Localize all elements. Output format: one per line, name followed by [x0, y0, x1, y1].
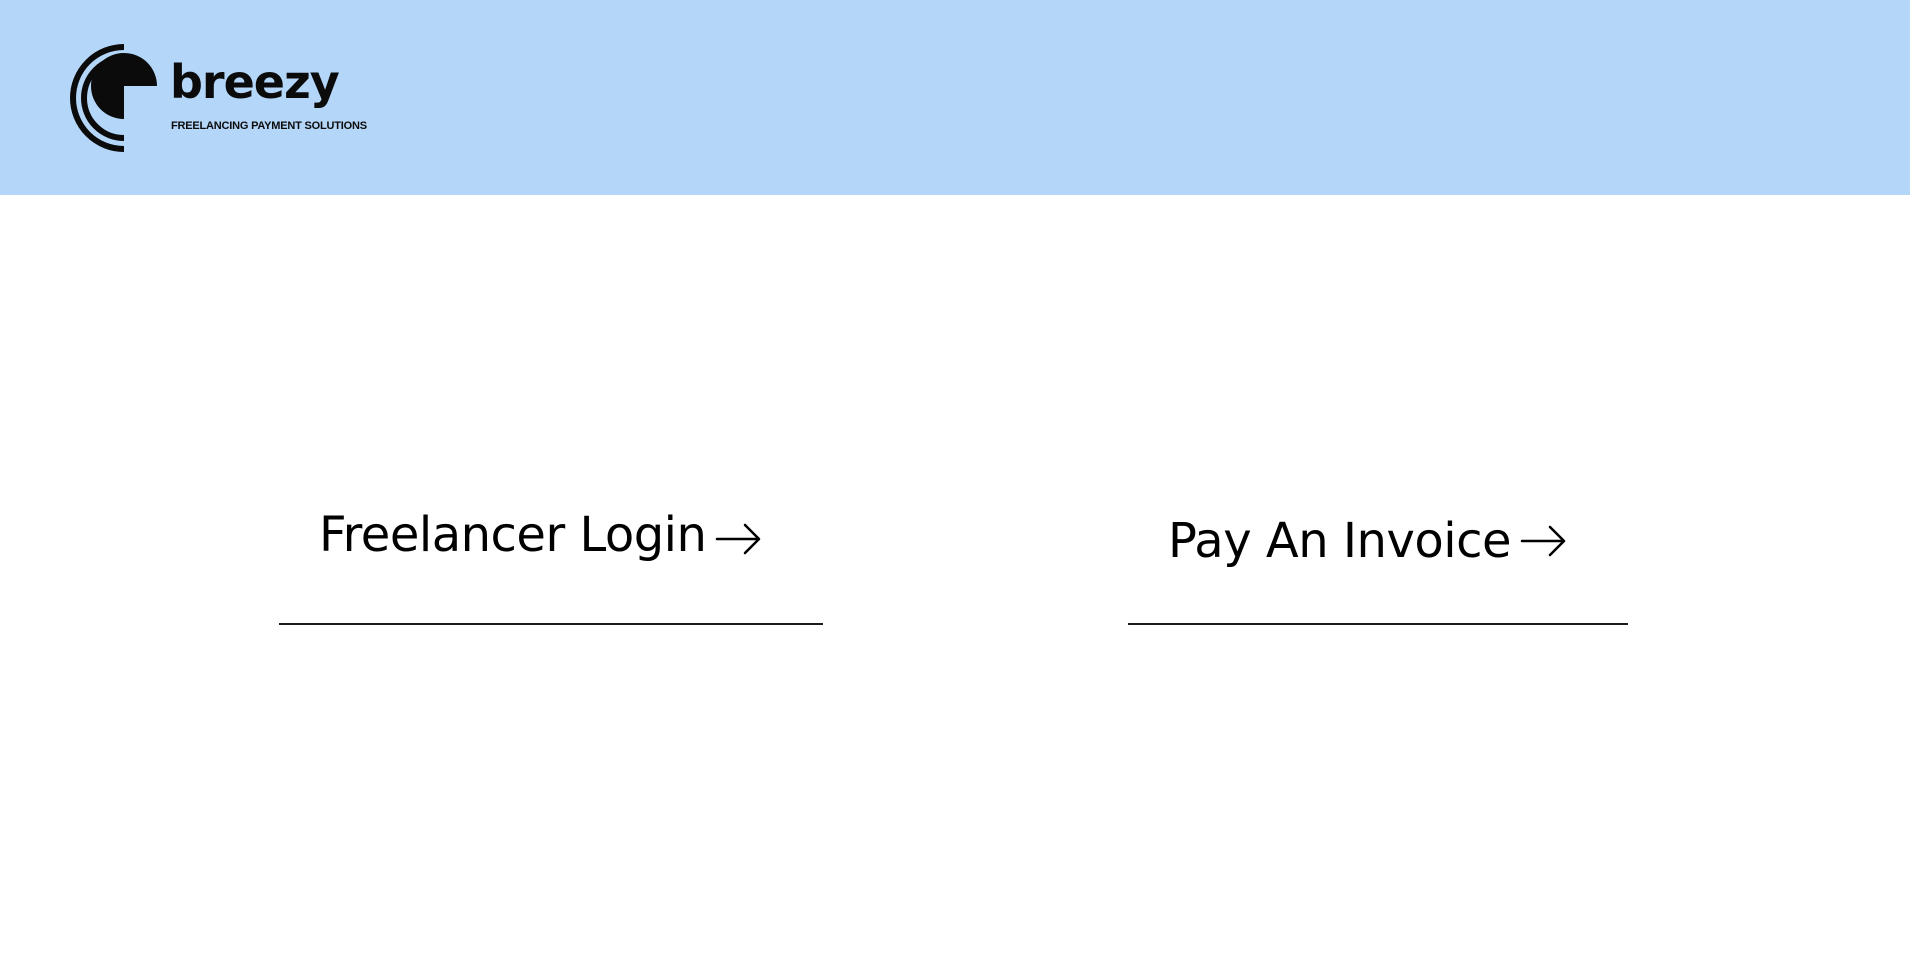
freelancer-login-label: Freelancer Login [319, 507, 707, 563]
freelancer-login-underline [279, 623, 823, 625]
arrow-right-icon [715, 523, 761, 555]
freelancer-login-link[interactable]: Freelancer Login [279, 500, 823, 626]
brand-name: breezy [170, 55, 340, 109]
site-header: breezy FREELANCING PAYMENT SOLUTIONS [0, 0, 1910, 195]
brand-logo-icon [70, 44, 157, 152]
brand-tagline: FREELANCING PAYMENT SOLUTIONS [171, 120, 367, 132]
pay-invoice-link[interactable]: Pay An Invoice [1128, 500, 1628, 626]
pay-invoice-label: Pay An Invoice [1168, 513, 1512, 569]
pay-invoice-underline [1128, 623, 1628, 625]
brand-logo[interactable]: breezy FREELANCING PAYMENT SOLUTIONS [68, 44, 368, 154]
arrow-right-icon [1520, 525, 1566, 557]
